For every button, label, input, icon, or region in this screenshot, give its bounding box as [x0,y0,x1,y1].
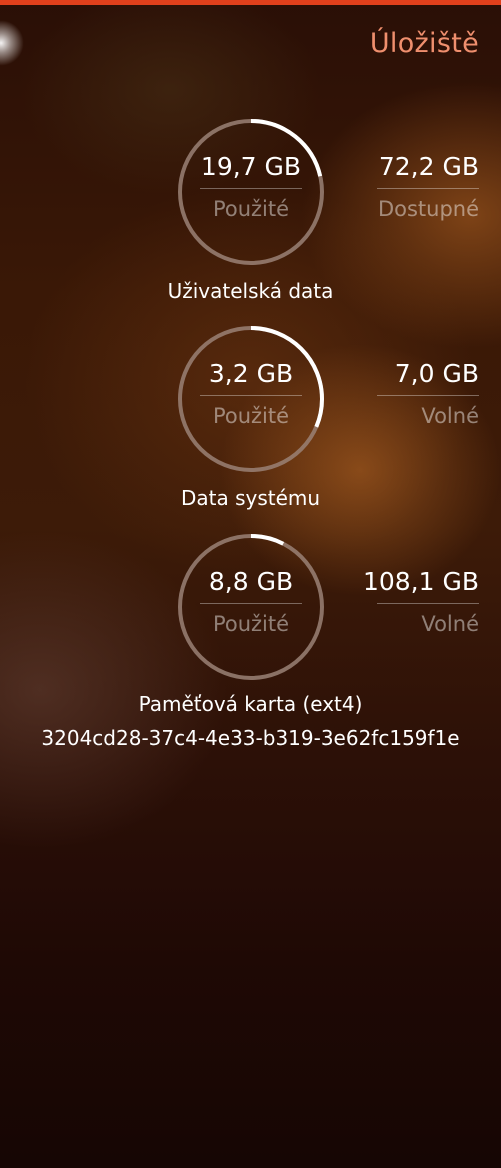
used-value: 8,8 GB [208,567,294,596]
storage-name: Uživatelská data [167,279,334,303]
used-label: Použité [212,197,290,221]
available-value: 7,0 GB [394,359,479,388]
pulley-indicator-glow [0,20,24,66]
available-label: Volné [421,612,479,636]
available-divider [377,603,479,604]
used-value: 3,2 GB [208,359,294,388]
available-divider [377,395,479,396]
used-value: 19,7 GB [200,152,302,181]
available-label: Dostupné [377,197,479,221]
used-divider [200,395,302,396]
storage-device-id: 3204cd28-37c4-4e33-b319-3e62fc159f1e [41,726,460,750]
page-title: Úložiště [369,28,479,59]
usage-ring [176,117,326,267]
available-label: Volné [421,404,479,428]
available-value: 72,2 GB [378,152,479,181]
storage-name: Data systému [180,486,321,510]
used-label: Použité [212,612,290,636]
used-divider [200,188,302,189]
top-accent-bar [0,0,501,5]
available-value: 108,1 GB [362,567,479,596]
used-divider [200,603,302,604]
storage-name: Paměťová karta (ext4) [138,692,363,716]
usage-ring [176,324,326,474]
usage-ring [176,532,326,682]
available-divider [377,188,479,189]
used-label: Použité [212,404,290,428]
